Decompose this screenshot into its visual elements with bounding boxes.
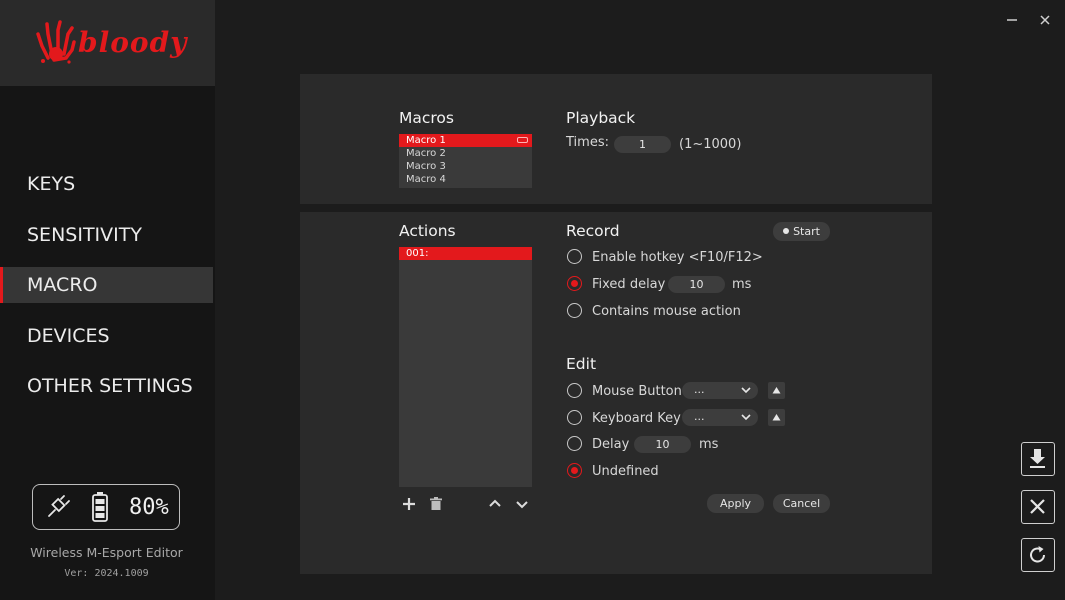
mouse-action-radio[interactable]	[567, 303, 582, 318]
chevron-down-icon	[741, 414, 751, 421]
save-to-device-button[interactable]	[1021, 442, 1055, 476]
times-input[interactable]: 1	[614, 136, 671, 153]
record-dot-icon	[783, 228, 790, 234]
download-icon	[1030, 449, 1045, 468]
reset-button[interactable]	[1021, 538, 1055, 572]
sidebar-item-keys[interactable]: KEYS	[0, 166, 213, 202]
mouse-action-label: Contains mouse action	[592, 304, 741, 319]
keyboard-key-dropdown[interactable]: ...	[682, 409, 758, 426]
mouse-capture-button[interactable]	[768, 382, 785, 399]
app-version: Ver: 2024.1009	[64, 568, 149, 579]
add-icon[interactable]	[400, 495, 418, 513]
move-up-icon[interactable]	[486, 495, 504, 513]
actions-panel: Actions 001: Record Start Enable hotkey …	[300, 212, 932, 574]
refresh-icon	[1030, 546, 1045, 563]
discard-button[interactable]	[1021, 490, 1055, 524]
mouse-button-label: Mouse Button	[592, 384, 682, 399]
cancel-button[interactable]: Cancel	[773, 494, 830, 513]
sidebar-item-devices[interactable]: DEVICES	[0, 318, 213, 354]
keyboard-key-label: Keyboard Key	[592, 411, 681, 426]
battery-icon	[92, 492, 108, 522]
close-icon	[1030, 499, 1045, 514]
logo-text: bloody	[78, 26, 188, 59]
sidebar-item-macro[interactable]: MACRO	[0, 267, 213, 303]
usb-plug-icon	[48, 495, 70, 517]
sidebar-item-sensitivity[interactable]: SENSITIVITY	[0, 217, 213, 253]
actions-list[interactable]: 001:	[399, 247, 532, 487]
minimize-icon[interactable]	[1005, 13, 1019, 27]
fixed-delay-radio[interactable]	[567, 276, 582, 291]
record-title: Record	[566, 222, 620, 240]
macros-panel: Macros Macro 1 Macro 2 Macro 3 Macro 4 P…	[300, 74, 932, 204]
delete-icon[interactable]	[427, 495, 445, 513]
macro-list-item[interactable]: Macro 1	[399, 134, 532, 147]
keyboard-key-radio[interactable]	[567, 410, 582, 425]
playback-title: Playback	[566, 109, 636, 127]
logo-area: bloody	[0, 0, 215, 86]
times-range: (1~1000)	[679, 137, 742, 152]
edit-title: Edit	[566, 355, 597, 373]
undefined-label: Undefined	[592, 464, 659, 479]
chevron-down-icon	[741, 387, 751, 394]
undefined-radio[interactable]	[567, 463, 582, 478]
delay-label: Delay	[592, 437, 630, 452]
close-icon[interactable]	[1038, 13, 1052, 27]
triangle-up-icon	[772, 414, 781, 421]
fixed-delay-label: Fixed delay	[592, 277, 666, 292]
move-down-icon[interactable]	[513, 495, 531, 513]
macro-list-item[interactable]: Macro 4	[399, 173, 532, 186]
actions-title: Actions	[399, 222, 456, 240]
delay-input[interactable]: 10	[634, 436, 691, 453]
app-name: Wireless M-Esport Editor	[30, 545, 183, 560]
apply-button[interactable]: Apply	[707, 494, 764, 513]
sidebar-item-other-settings[interactable]: OTHER SETTINGS	[0, 368, 213, 404]
delay-radio[interactable]	[567, 436, 582, 451]
hotkey-label: Enable hotkey <F10/F12>	[592, 250, 763, 265]
action-list-item[interactable]: 001:	[399, 247, 532, 260]
key-capture-button[interactable]	[768, 409, 785, 426]
times-label: Times:	[566, 135, 609, 150]
macro-list-item[interactable]: Macro 3	[399, 160, 532, 173]
edit-name-icon[interactable]	[517, 137, 528, 143]
macro-list-item[interactable]: Macro 2	[399, 147, 532, 160]
start-record-button[interactable]: Start	[773, 222, 830, 241]
macros-list[interactable]: Macro 1 Macro 2 Macro 3 Macro 4	[399, 134, 532, 188]
macros-title: Macros	[399, 109, 454, 127]
hotkey-radio[interactable]	[567, 249, 582, 264]
delay-unit: ms	[699, 437, 719, 452]
fixed-delay-unit: ms	[732, 277, 752, 292]
mouse-button-radio[interactable]	[567, 383, 582, 398]
triangle-up-icon	[772, 387, 781, 394]
sidebar: bloody KEYS SENSITIVITY MACRO DEVICES OT…	[0, 0, 215, 600]
fixed-delay-input[interactable]: 10	[668, 276, 725, 293]
battery-status: 80%	[32, 484, 180, 530]
mouse-button-dropdown[interactable]: ...	[682, 382, 758, 399]
hand-logo-icon	[36, 20, 76, 64]
battery-percent: 80%	[129, 495, 169, 520]
